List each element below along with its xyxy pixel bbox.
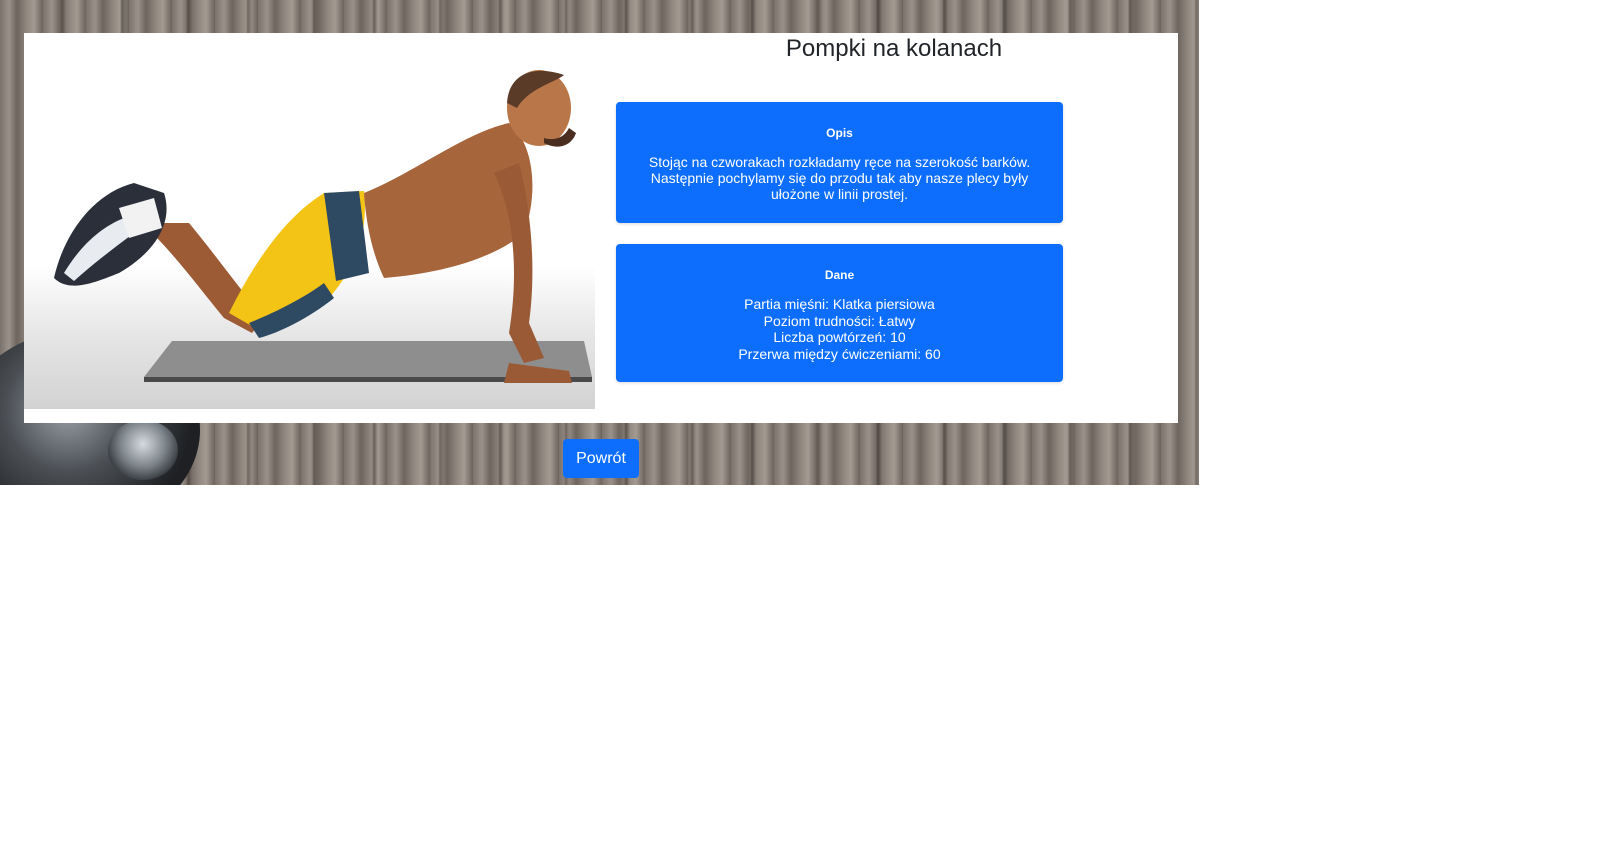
- description-text: Stojąc na czworakach rozkładamy ręce na …: [648, 154, 1031, 202]
- description-box: Opis Stojąc na czworakach rozkładamy ręc…: [616, 102, 1063, 223]
- kettlebell-handle-decoration: [108, 420, 178, 480]
- details-box: Dane Partia mięśni: Klatka piersiowa Poz…: [616, 244, 1063, 382]
- details-list: Partia mięśni: Klatka piersiowa Poziom t…: [616, 296, 1063, 362]
- back-button[interactable]: Powrót: [563, 439, 639, 478]
- exercise-card: Pompki na kolanach Opis Stojąc na czwora…: [24, 33, 1178, 423]
- repetitions-item: Liczba powtórzeń: 10: [773, 329, 906, 345]
- exercise-title: Pompki na kolanach: [785, 35, 1003, 62]
- difficulty-item: Poziom trudności: Łatwy: [763, 312, 916, 329]
- details-heading: Dane: [824, 268, 855, 282]
- knee-pushup-illustration: [54, 70, 592, 383]
- description-heading: Opis: [826, 126, 853, 140]
- break-item: Przerwa między ćwiczeniami: 60: [738, 345, 941, 362]
- exercise-image: [24, 33, 595, 409]
- muscle-group-item: Partia mięśni: Klatka piersiowa: [744, 296, 935, 312]
